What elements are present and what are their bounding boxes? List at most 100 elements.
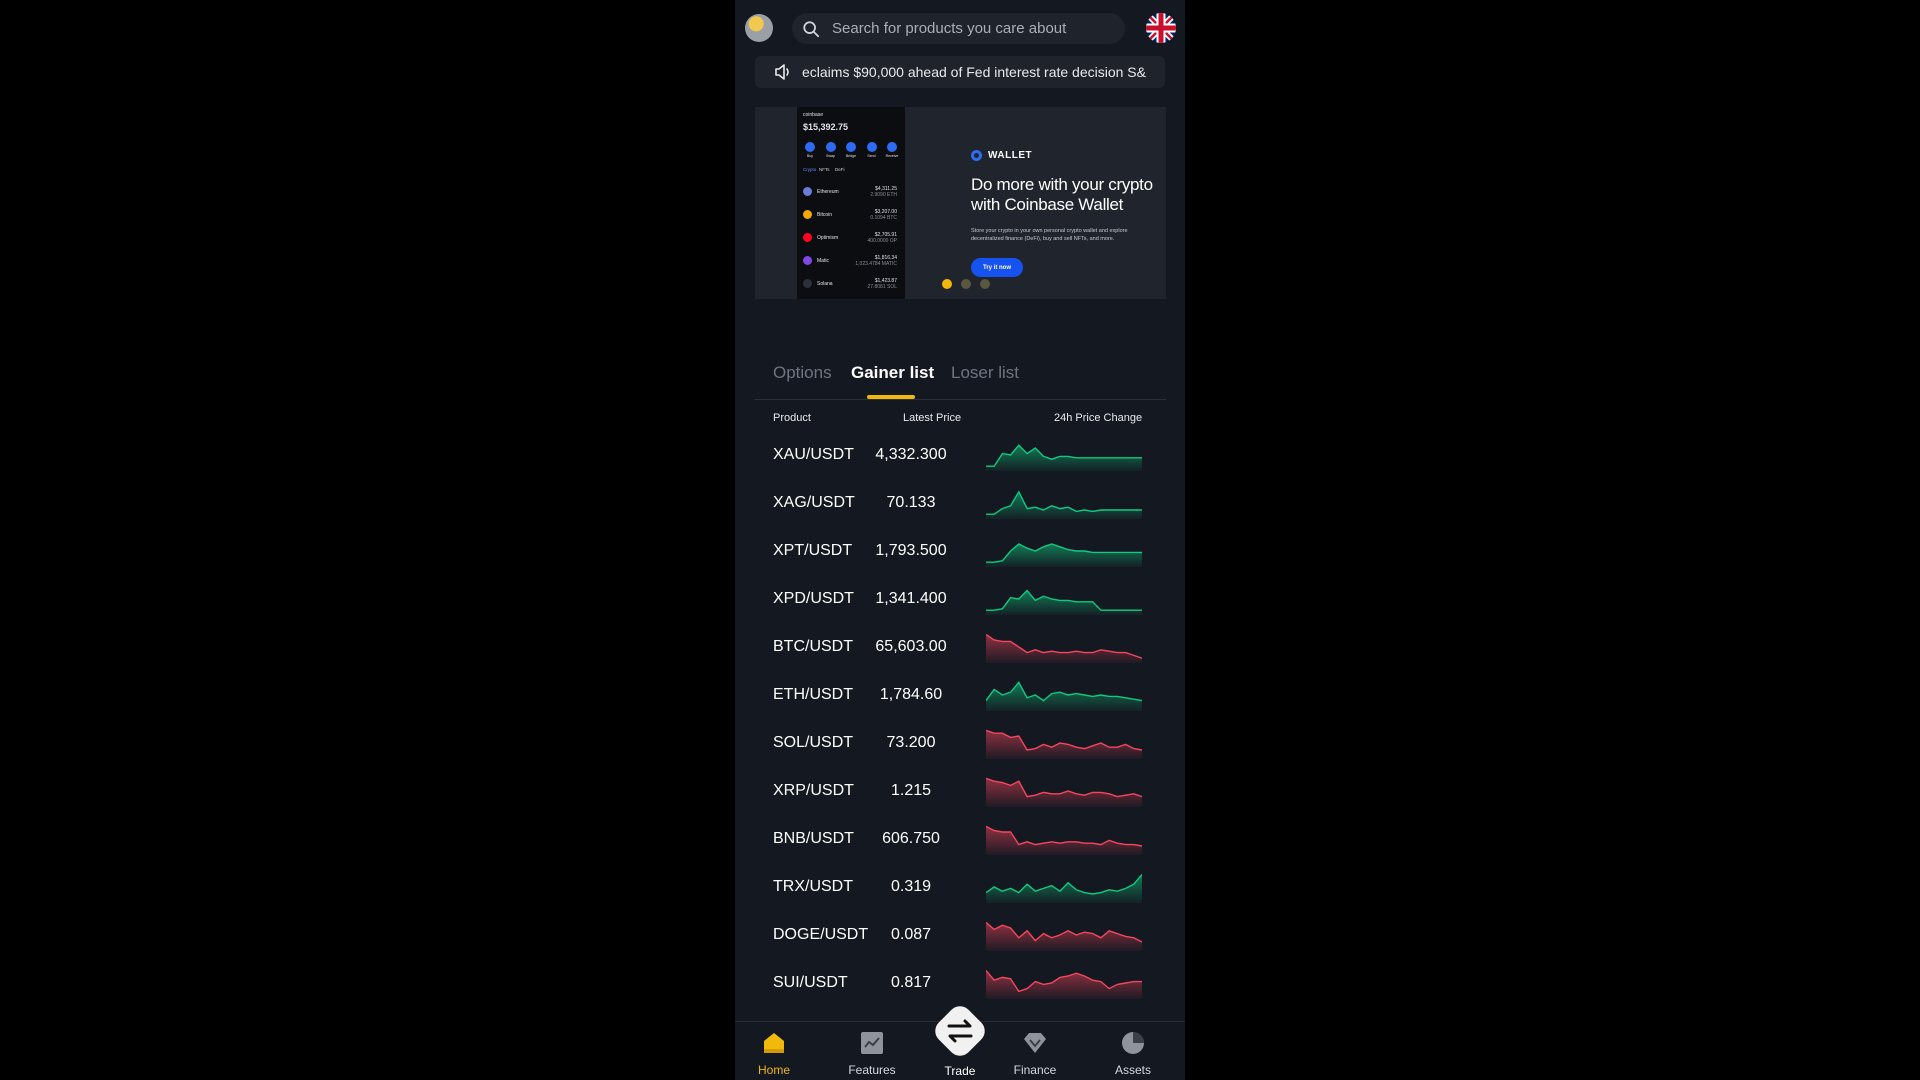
carousel-dot[interactable] [961,279,971,289]
market-row[interactable]: BTC/USDT 65,603.00 [735,623,1185,671]
banner-headline-line1: Do more with your crypto [971,175,1153,194]
market-row[interactable]: XRP/USDT 1.215 [735,767,1185,815]
phone-brand: coinbase [803,112,824,118]
sparkline-area [986,491,1142,519]
product-symbol: ETH/USDT [773,686,853,703]
news-ticker[interactable]: eclaims $90,000 ahead of Fed interest ra… [755,56,1165,88]
latest-price: 1,784.60 [879,686,943,703]
sparkline-area [986,730,1142,759]
chart-icon [861,1032,883,1054]
market-row[interactable]: XPT/USDT 1,793.500 [735,527,1185,575]
latest-price: 70.133 [886,494,936,511]
sparkline-chart [986,921,1142,951]
market-row[interactable]: SOL/USDT 73.200 [735,719,1185,767]
product-symbol: XPD/USDT [773,590,854,607]
coin-icon [803,279,812,288]
search-bar[interactable] [792,13,1125,44]
phone-coin-row: Solana $1,423.87 27.8081 SOL [803,277,899,291]
phone-action: Receive [885,142,899,158]
sparkline-chart [986,589,1142,615]
latest-price: 1.215 [890,782,932,799]
market-row[interactable]: TRX/USDT 0.319 [735,863,1185,911]
phone-tab: DeFi [835,167,845,172]
coinbase-logo-icon [971,150,982,161]
carousel-dot[interactable] [942,279,952,289]
latest-price: 0.087 [890,926,932,943]
column-header-price: Latest Price [903,412,962,424]
active-tab-indicator [867,395,915,399]
nav-home-label: Home [757,1063,790,1077]
latest-price: 1,793.500 [875,542,947,559]
latest-price: 0.319 [890,878,932,895]
phone-coin-row: Ethereum $4,311.25 2.9090 ETH [803,185,899,199]
product-symbol: XPT/USDT [773,542,853,559]
top-bar [735,0,1185,56]
nav-features[interactable]: Features [837,1030,907,1077]
phone-mockup: coinbase $15,392.75 Buy Swap Bridge Send Rec… [797,107,905,299]
latest-price: 65,603.00 [875,638,947,655]
sparkline-chart [986,969,1142,999]
product-symbol: BNB/USDT [773,830,854,847]
app-screen: eclaims $90,000 ahead of Fed interest ra… [735,0,1185,1080]
carousel-dot[interactable] [980,279,990,289]
nav-finance[interactable]: Finance [1000,1030,1070,1077]
tab-options[interactable]: Options [773,363,832,383]
market-row[interactable]: XAU/USDT 4,332.300 [735,431,1185,479]
sparkline-area [986,826,1142,855]
latest-price: 606.750 [882,830,940,847]
nav-finance-label: Finance [1013,1063,1057,1077]
market-row[interactable]: XPD/USDT 1,341.400 [735,575,1185,623]
product-symbol: TRX/USDT [773,878,853,895]
nav-home[interactable]: Home [739,1030,809,1077]
coin-icon [803,187,812,196]
column-header-product: Product [773,412,811,424]
market-row[interactable]: XAG/USDT 70.133 [735,479,1185,527]
sparkline-chart [986,444,1142,471]
tab-loser-list[interactable]: Loser list [951,363,1019,383]
coin-icon [803,210,812,219]
sparkline-chart [986,681,1142,711]
latest-price: 1,341.400 [875,590,947,607]
product-symbol: BTC/USDT [773,638,853,655]
nav-assets[interactable]: Assets [1098,1030,1168,1077]
phone-action: Send [865,142,879,158]
market-row[interactable]: ETH/USDT 1,784.60 [735,671,1185,719]
phone-coin-row: Matic $1,816.34 1,023.4784 MATIC [803,254,899,268]
uk-flag-icon[interactable] [1146,13,1176,43]
carousel-dots [942,279,990,289]
banner-headline: Do more with your crypto with Coinbase W… [971,175,1166,215]
phone-coin-row: Bitcoin $3,207.00 0.1094 BTC [803,208,899,222]
nav-features-label: Features [848,1063,896,1077]
phone-balance: $15,392.75 [803,122,849,132]
latest-price: 4,332.300 [875,446,947,463]
market-row[interactable]: BNB/USDT 606.750 [735,815,1185,863]
wallet-logo: WALLET [971,150,1032,161]
product-symbol: XAG/USDT [773,494,855,511]
sparkline-area [986,634,1142,663]
phone-action: Bridge [844,142,858,158]
home-icon [764,1033,784,1053]
sparkline-area [986,922,1142,951]
ticker-text: eclaims $90,000 ahead of Fed interest ra… [802,64,1146,80]
phone-tab: NFTs [819,167,830,172]
avatar[interactable] [745,14,773,42]
banner-headline-line2: with Coinbase Wallet [971,195,1124,214]
product-symbol: DOGE/USDT [773,926,869,943]
promo-banner[interactable]: coinbase $15,392.75 Buy Swap Bridge Send Rec… [755,107,1166,299]
market-tabs: Options Gainer list Loser list [755,358,1166,400]
sparkline-area [986,544,1142,567]
try-it-now-button[interactable]: Try it now [971,258,1023,277]
search-input[interactable] [830,19,1125,38]
coin-icon [803,256,812,265]
phone-action: Buy [803,142,817,158]
speaker-icon [775,64,789,80]
pie-icon [1122,1032,1144,1054]
product-symbol: XAU/USDT [773,446,854,463]
tab-gainer-list[interactable]: Gainer list [851,363,934,383]
search-icon [803,20,820,37]
market-row[interactable]: DOGE/USDT 0.087 [735,911,1185,959]
latest-price: 73.200 [886,734,936,751]
product-symbol: SOL/USDT [773,734,854,751]
sparkline-chart [986,633,1142,663]
latest-price: 0.817 [890,974,932,991]
